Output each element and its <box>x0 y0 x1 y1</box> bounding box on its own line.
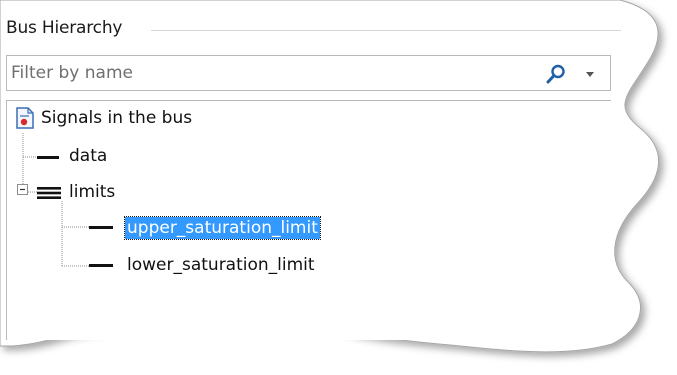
tree-node-data[interactable]: data <box>37 145 237 175</box>
signal-icon <box>89 264 113 267</box>
tree-node-upper-saturation-limit[interactable]: upper_saturation_limit <box>89 214 389 244</box>
chevron-down-icon <box>586 72 594 77</box>
tree-toggle-limits[interactable] <box>17 181 29 195</box>
signal-icon <box>89 226 113 229</box>
signal-icon <box>37 156 59 159</box>
bus-hierarchy-screenshot: Bus Hierarchy Filter by name Signals in … <box>0 0 677 375</box>
tree-root-node[interactable]: Signals in the bus <box>15 105 335 135</box>
filter-options-button[interactable] <box>583 66 597 80</box>
search-button[interactable] <box>543 63 569 85</box>
search-icon <box>546 64 565 84</box>
tree-root-label: Signals in the bus <box>41 108 193 128</box>
filter-box <box>6 55 611 91</box>
tree-node-limits[interactable]: limits <box>37 181 237 211</box>
bus-icon <box>37 187 61 199</box>
tree-node-label: limits <box>69 182 116 202</box>
tree-node-label: lower_saturation_limit <box>127 255 315 275</box>
tree-node-label: upper_saturation_limit <box>124 216 321 240</box>
panel-title: Bus Hierarchy <box>6 18 123 38</box>
header-divider <box>151 30 621 31</box>
filter-input[interactable] <box>7 56 531 90</box>
bus-root-icon <box>16 107 34 129</box>
collapse-toggle-icon <box>17 184 28 195</box>
tree-node-label: data <box>69 146 108 166</box>
tree-node-lower-saturation-limit[interactable]: lower_saturation_limit <box>89 253 389 283</box>
signal-tree: Signals in the bus data limits upper_sat… <box>6 100 611 340</box>
